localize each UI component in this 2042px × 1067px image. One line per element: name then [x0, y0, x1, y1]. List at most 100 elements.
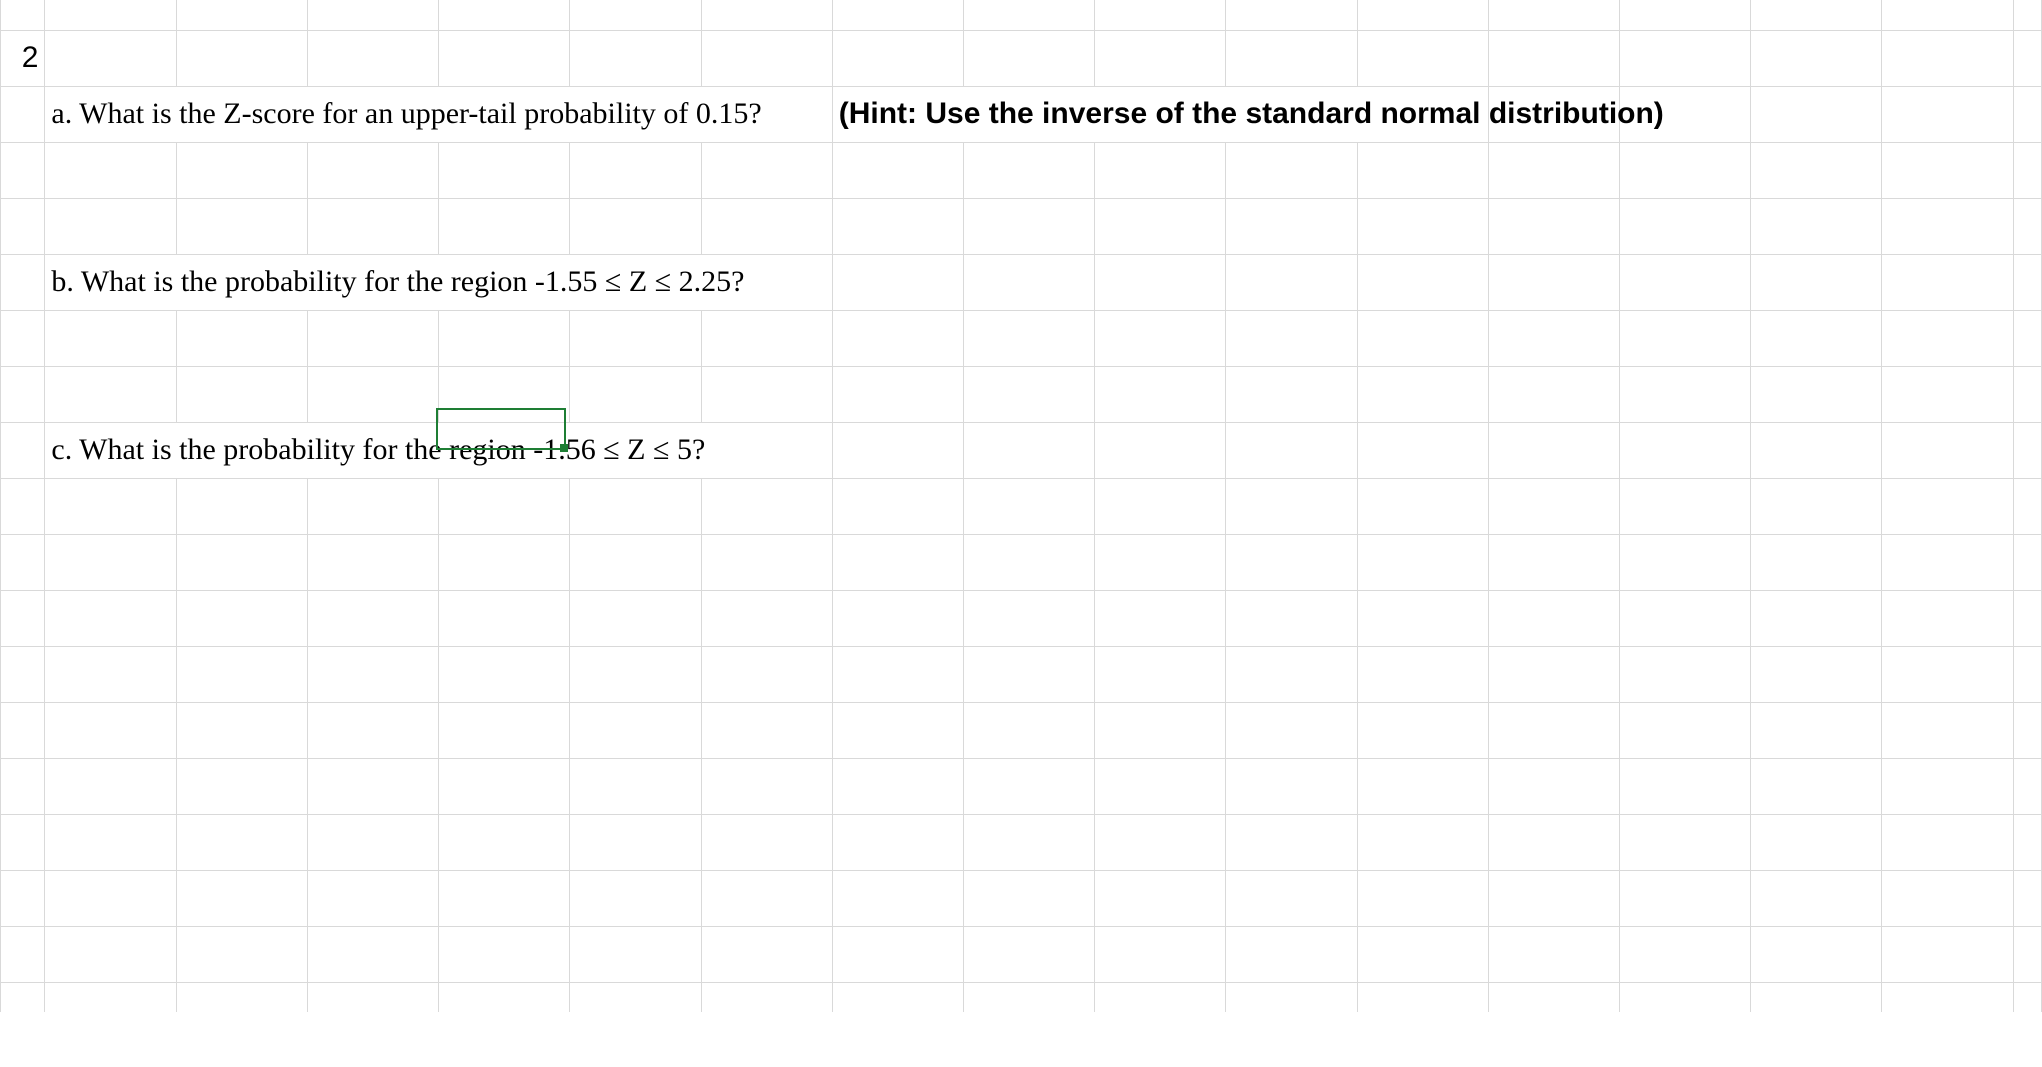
- cell[interactable]: [1882, 870, 2013, 926]
- cell[interactable]: [701, 646, 832, 702]
- cell[interactable]: [1620, 590, 1751, 646]
- cell[interactable]: [439, 198, 570, 254]
- cell[interactable]: [1882, 982, 2013, 1012]
- cell[interactable]: [1882, 646, 2013, 702]
- cell[interactable]: [963, 982, 1094, 1012]
- cell[interactable]: [832, 534, 963, 590]
- cell[interactable]: [1, 534, 45, 590]
- cell[interactable]: [963, 702, 1094, 758]
- cell[interactable]: [1357, 0, 1488, 30]
- cell[interactable]: [1751, 646, 1882, 702]
- cell[interactable]: [1226, 870, 1357, 926]
- cell[interactable]: [1488, 590, 1619, 646]
- cell[interactable]: [963, 870, 1094, 926]
- cell[interactable]: [963, 590, 1094, 646]
- cell[interactable]: [1488, 870, 1619, 926]
- cell[interactable]: [1095, 310, 1226, 366]
- cell[interactable]: [1357, 590, 1488, 646]
- cell[interactable]: [832, 366, 963, 422]
- cell[interactable]: [1095, 982, 1226, 1012]
- cell[interactable]: [1488, 310, 1619, 366]
- cell[interactable]: [1357, 926, 1488, 982]
- cell[interactable]: [1357, 814, 1488, 870]
- cell[interactable]: [1751, 982, 1882, 1012]
- cell[interactable]: [832, 254, 963, 310]
- cell[interactable]: [1095, 142, 1226, 198]
- cell[interactable]: [176, 870, 307, 926]
- cell[interactable]: [45, 758, 176, 814]
- cell[interactable]: [1882, 0, 2013, 30]
- cell[interactable]: [1226, 758, 1357, 814]
- cell[interactable]: [1095, 590, 1226, 646]
- cell[interactable]: [307, 870, 438, 926]
- cell[interactable]: [701, 366, 832, 422]
- cell[interactable]: [1, 982, 45, 1012]
- cell[interactable]: [701, 870, 832, 926]
- cell[interactable]: [1882, 254, 2013, 310]
- cell[interactable]: [176, 646, 307, 702]
- cell[interactable]: [1, 254, 45, 310]
- cell[interactable]: [701, 198, 832, 254]
- cell[interactable]: [963, 478, 1094, 534]
- cell[interactable]: [963, 926, 1094, 982]
- cell[interactable]: [1226, 254, 1357, 310]
- cell[interactable]: [1, 758, 45, 814]
- cell[interactable]: [1357, 534, 1488, 590]
- cell[interactable]: [832, 142, 963, 198]
- cell[interactable]: [439, 758, 570, 814]
- cell[interactable]: [1620, 814, 1751, 870]
- cell[interactable]: [1751, 702, 1882, 758]
- cell[interactable]: [963, 30, 1094, 86]
- cell[interactable]: [1620, 646, 1751, 702]
- cell[interactable]: [307, 310, 438, 366]
- cell[interactable]: [45, 926, 176, 982]
- cell[interactable]: [1488, 478, 1619, 534]
- cell[interactable]: [1226, 310, 1357, 366]
- cell[interactable]: [1488, 758, 1619, 814]
- cell[interactable]: [1, 366, 45, 422]
- cell[interactable]: [1095, 254, 1226, 310]
- cell[interactable]: [1882, 422, 2013, 478]
- cell[interactable]: [1751, 870, 1882, 926]
- cell[interactable]: [832, 478, 963, 534]
- cell[interactable]: [1095, 814, 1226, 870]
- cell[interactable]: [439, 646, 570, 702]
- cell[interactable]: [1488, 982, 1619, 1012]
- cell[interactable]: [1095, 198, 1226, 254]
- cell[interactable]: [1882, 758, 2013, 814]
- cell[interactable]: [1226, 534, 1357, 590]
- cell[interactable]: [1488, 534, 1619, 590]
- cell[interactable]: [45, 646, 176, 702]
- cell[interactable]: [2013, 870, 2041, 926]
- cell[interactable]: [1, 590, 45, 646]
- cell[interactable]: [832, 198, 963, 254]
- cell[interactable]: [1751, 758, 1882, 814]
- cell[interactable]: [45, 478, 176, 534]
- cell[interactable]: [1357, 478, 1488, 534]
- question-a-cell[interactable]: a. What is the Z-score for an upper-tail…: [45, 86, 832, 142]
- cell[interactable]: [45, 534, 176, 590]
- cell[interactable]: [1357, 870, 1488, 926]
- cell[interactable]: [2013, 142, 2041, 198]
- cell[interactable]: [1488, 366, 1619, 422]
- cell[interactable]: [176, 198, 307, 254]
- cell[interactable]: [307, 814, 438, 870]
- cell[interactable]: [701, 758, 832, 814]
- cell[interactable]: [570, 366, 701, 422]
- cell[interactable]: [1357, 702, 1488, 758]
- cell[interactable]: [1095, 478, 1226, 534]
- cell[interactable]: [832, 646, 963, 702]
- cell[interactable]: [1226, 0, 1357, 30]
- cell[interactable]: [1357, 758, 1488, 814]
- cell[interactable]: [2013, 0, 2041, 30]
- cell[interactable]: [176, 814, 307, 870]
- cell[interactable]: [1751, 422, 1882, 478]
- cell[interactable]: [307, 758, 438, 814]
- cell[interactable]: [1751, 86, 1882, 142]
- cell[interactable]: [1, 0, 45, 30]
- cell[interactable]: [1488, 142, 1619, 198]
- cell[interactable]: [1488, 646, 1619, 702]
- question-b-cell[interactable]: b. What is the probability for the regio…: [45, 254, 832, 310]
- cell[interactable]: [439, 30, 570, 86]
- cell[interactable]: [832, 926, 963, 982]
